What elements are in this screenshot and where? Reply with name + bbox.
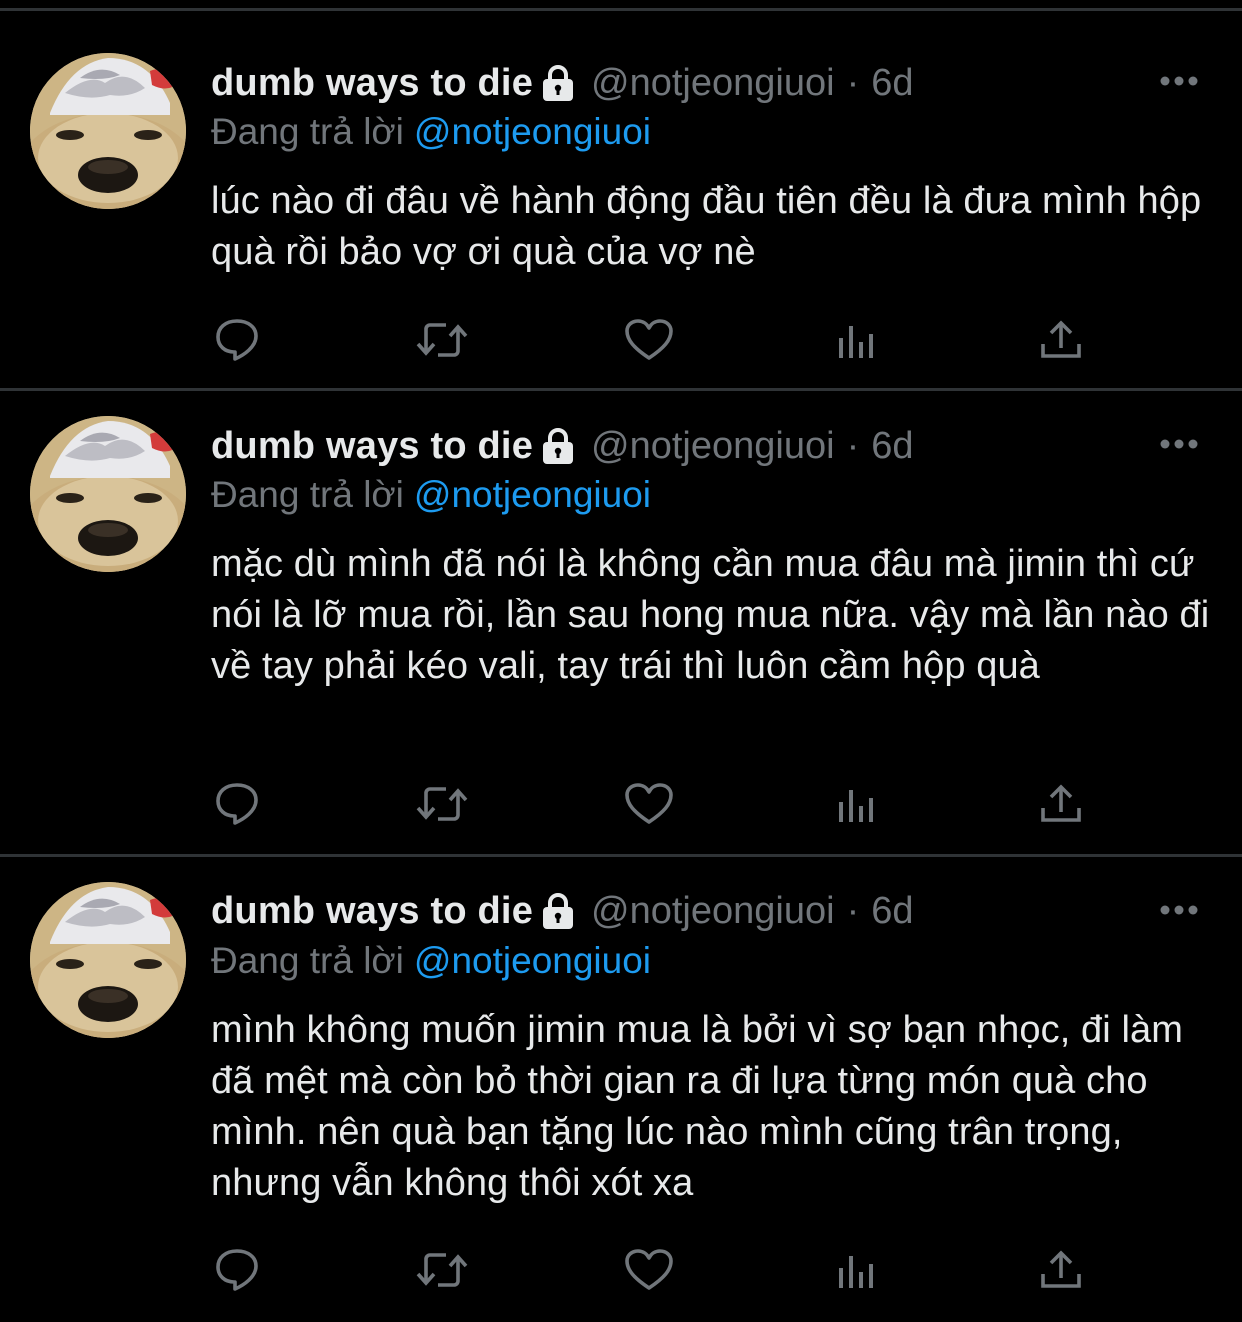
views-button[interactable] bbox=[828, 776, 884, 832]
share-button[interactable] bbox=[1033, 1242, 1089, 1298]
like-button[interactable] bbox=[621, 776, 677, 832]
retweet-icon bbox=[416, 323, 468, 357]
tweet-text: mình không muốn jimin mua là bởi vì sợ b… bbox=[211, 1009, 1184, 1204]
replying-to: Đang trả lời @notjeongiuoi bbox=[211, 108, 651, 156]
retweet-button[interactable] bbox=[414, 776, 470, 832]
tweet-header: dumb ways to die @notjeongiuoi · 6d bbox=[211, 886, 914, 936]
analytics-icon bbox=[839, 1256, 873, 1288]
reply-icon bbox=[216, 1249, 258, 1291]
share-icon bbox=[1041, 1250, 1081, 1288]
replying-to: Đang trả lời @notjeongiuoi bbox=[211, 937, 651, 985]
share-icon bbox=[1041, 784, 1081, 822]
heart-icon bbox=[625, 783, 673, 824]
lock-icon bbox=[539, 891, 577, 931]
replying-to-mention[interactable]: @notjeongiuoi bbox=[414, 474, 651, 515]
tweet-actions bbox=[0, 312, 1242, 372]
heart-icon bbox=[625, 319, 673, 360]
avatar-image bbox=[30, 53, 186, 209]
replying-to-label: Đang trả lời bbox=[211, 111, 404, 152]
avatar[interactable] bbox=[30, 416, 186, 572]
heart-icon bbox=[625, 1249, 673, 1290]
reply-button[interactable] bbox=[209, 312, 265, 368]
replying-to-label: Đang trả lời bbox=[211, 474, 404, 515]
replying-to: Đang trả lời @notjeongiuoi bbox=[211, 471, 651, 519]
replying-to-mention[interactable]: @notjeongiuoi bbox=[414, 111, 651, 152]
lock-icon bbox=[539, 426, 577, 466]
share-button[interactable] bbox=[1033, 312, 1089, 368]
separator-dot: · bbox=[846, 61, 860, 104]
avatar[interactable] bbox=[30, 53, 186, 209]
retweet-icon bbox=[416, 787, 468, 821]
handle[interactable]: @notjeongiuoi bbox=[591, 62, 835, 105]
more-icon[interactable] bbox=[1158, 903, 1200, 917]
reply-icon bbox=[216, 319, 258, 361]
like-button[interactable] bbox=[621, 312, 677, 368]
analytics-icon bbox=[839, 790, 873, 822]
tweet-divider bbox=[0, 388, 1242, 391]
reply-button[interactable] bbox=[209, 1242, 265, 1298]
share-icon bbox=[1041, 320, 1081, 358]
display-name[interactable]: dumb ways to die bbox=[211, 890, 533, 933]
more-icon[interactable] bbox=[1158, 437, 1200, 451]
tweet-actions bbox=[0, 776, 1242, 836]
views-button[interactable] bbox=[828, 312, 884, 368]
tweet-divider bbox=[0, 854, 1242, 857]
replying-to-label: Đang trả lời bbox=[211, 940, 404, 981]
separator-dot: · bbox=[846, 889, 860, 932]
display-name[interactable]: dumb ways to die bbox=[211, 425, 533, 468]
reply-icon bbox=[216, 783, 258, 825]
handle[interactable]: @notjeongiuoi bbox=[591, 425, 835, 468]
display-name[interactable]: dumb ways to die bbox=[211, 62, 533, 105]
lock-icon bbox=[539, 63, 577, 103]
timestamp[interactable]: 6d bbox=[871, 890, 913, 933]
top-divider bbox=[0, 8, 1242, 11]
retweet-button[interactable] bbox=[414, 312, 470, 368]
handle[interactable]: @notjeongiuoi bbox=[591, 890, 835, 933]
tweet-actions bbox=[0, 1242, 1242, 1302]
separator-dot: · bbox=[846, 424, 860, 467]
retweet-button[interactable] bbox=[414, 1242, 470, 1298]
retweet-icon bbox=[416, 1253, 468, 1287]
more-icon[interactable] bbox=[1158, 74, 1200, 88]
avatar-image bbox=[30, 416, 186, 572]
replying-to-mention[interactable]: @notjeongiuoi bbox=[414, 940, 651, 981]
share-button[interactable] bbox=[1033, 776, 1089, 832]
views-button[interactable] bbox=[828, 1242, 884, 1298]
avatar-image bbox=[30, 882, 186, 1038]
avatar[interactable] bbox=[30, 882, 186, 1038]
tweet-header: dumb ways to die @notjeongiuoi · 6d bbox=[211, 421, 914, 471]
analytics-icon bbox=[839, 326, 873, 358]
reply-button[interactable] bbox=[209, 776, 265, 832]
timestamp[interactable]: 6d bbox=[871, 62, 913, 105]
tweet-header: dumb ways to die @notjeongiuoi · 6d bbox=[211, 58, 914, 108]
like-button[interactable] bbox=[621, 1242, 677, 1298]
timestamp[interactable]: 6d bbox=[871, 425, 913, 468]
tweet-text: mặc dù mình đã nói là không cần mua đâu … bbox=[211, 543, 1210, 687]
tweet-text: lúc nào đi đâu về hành động đầu tiên đều… bbox=[211, 180, 1202, 273]
